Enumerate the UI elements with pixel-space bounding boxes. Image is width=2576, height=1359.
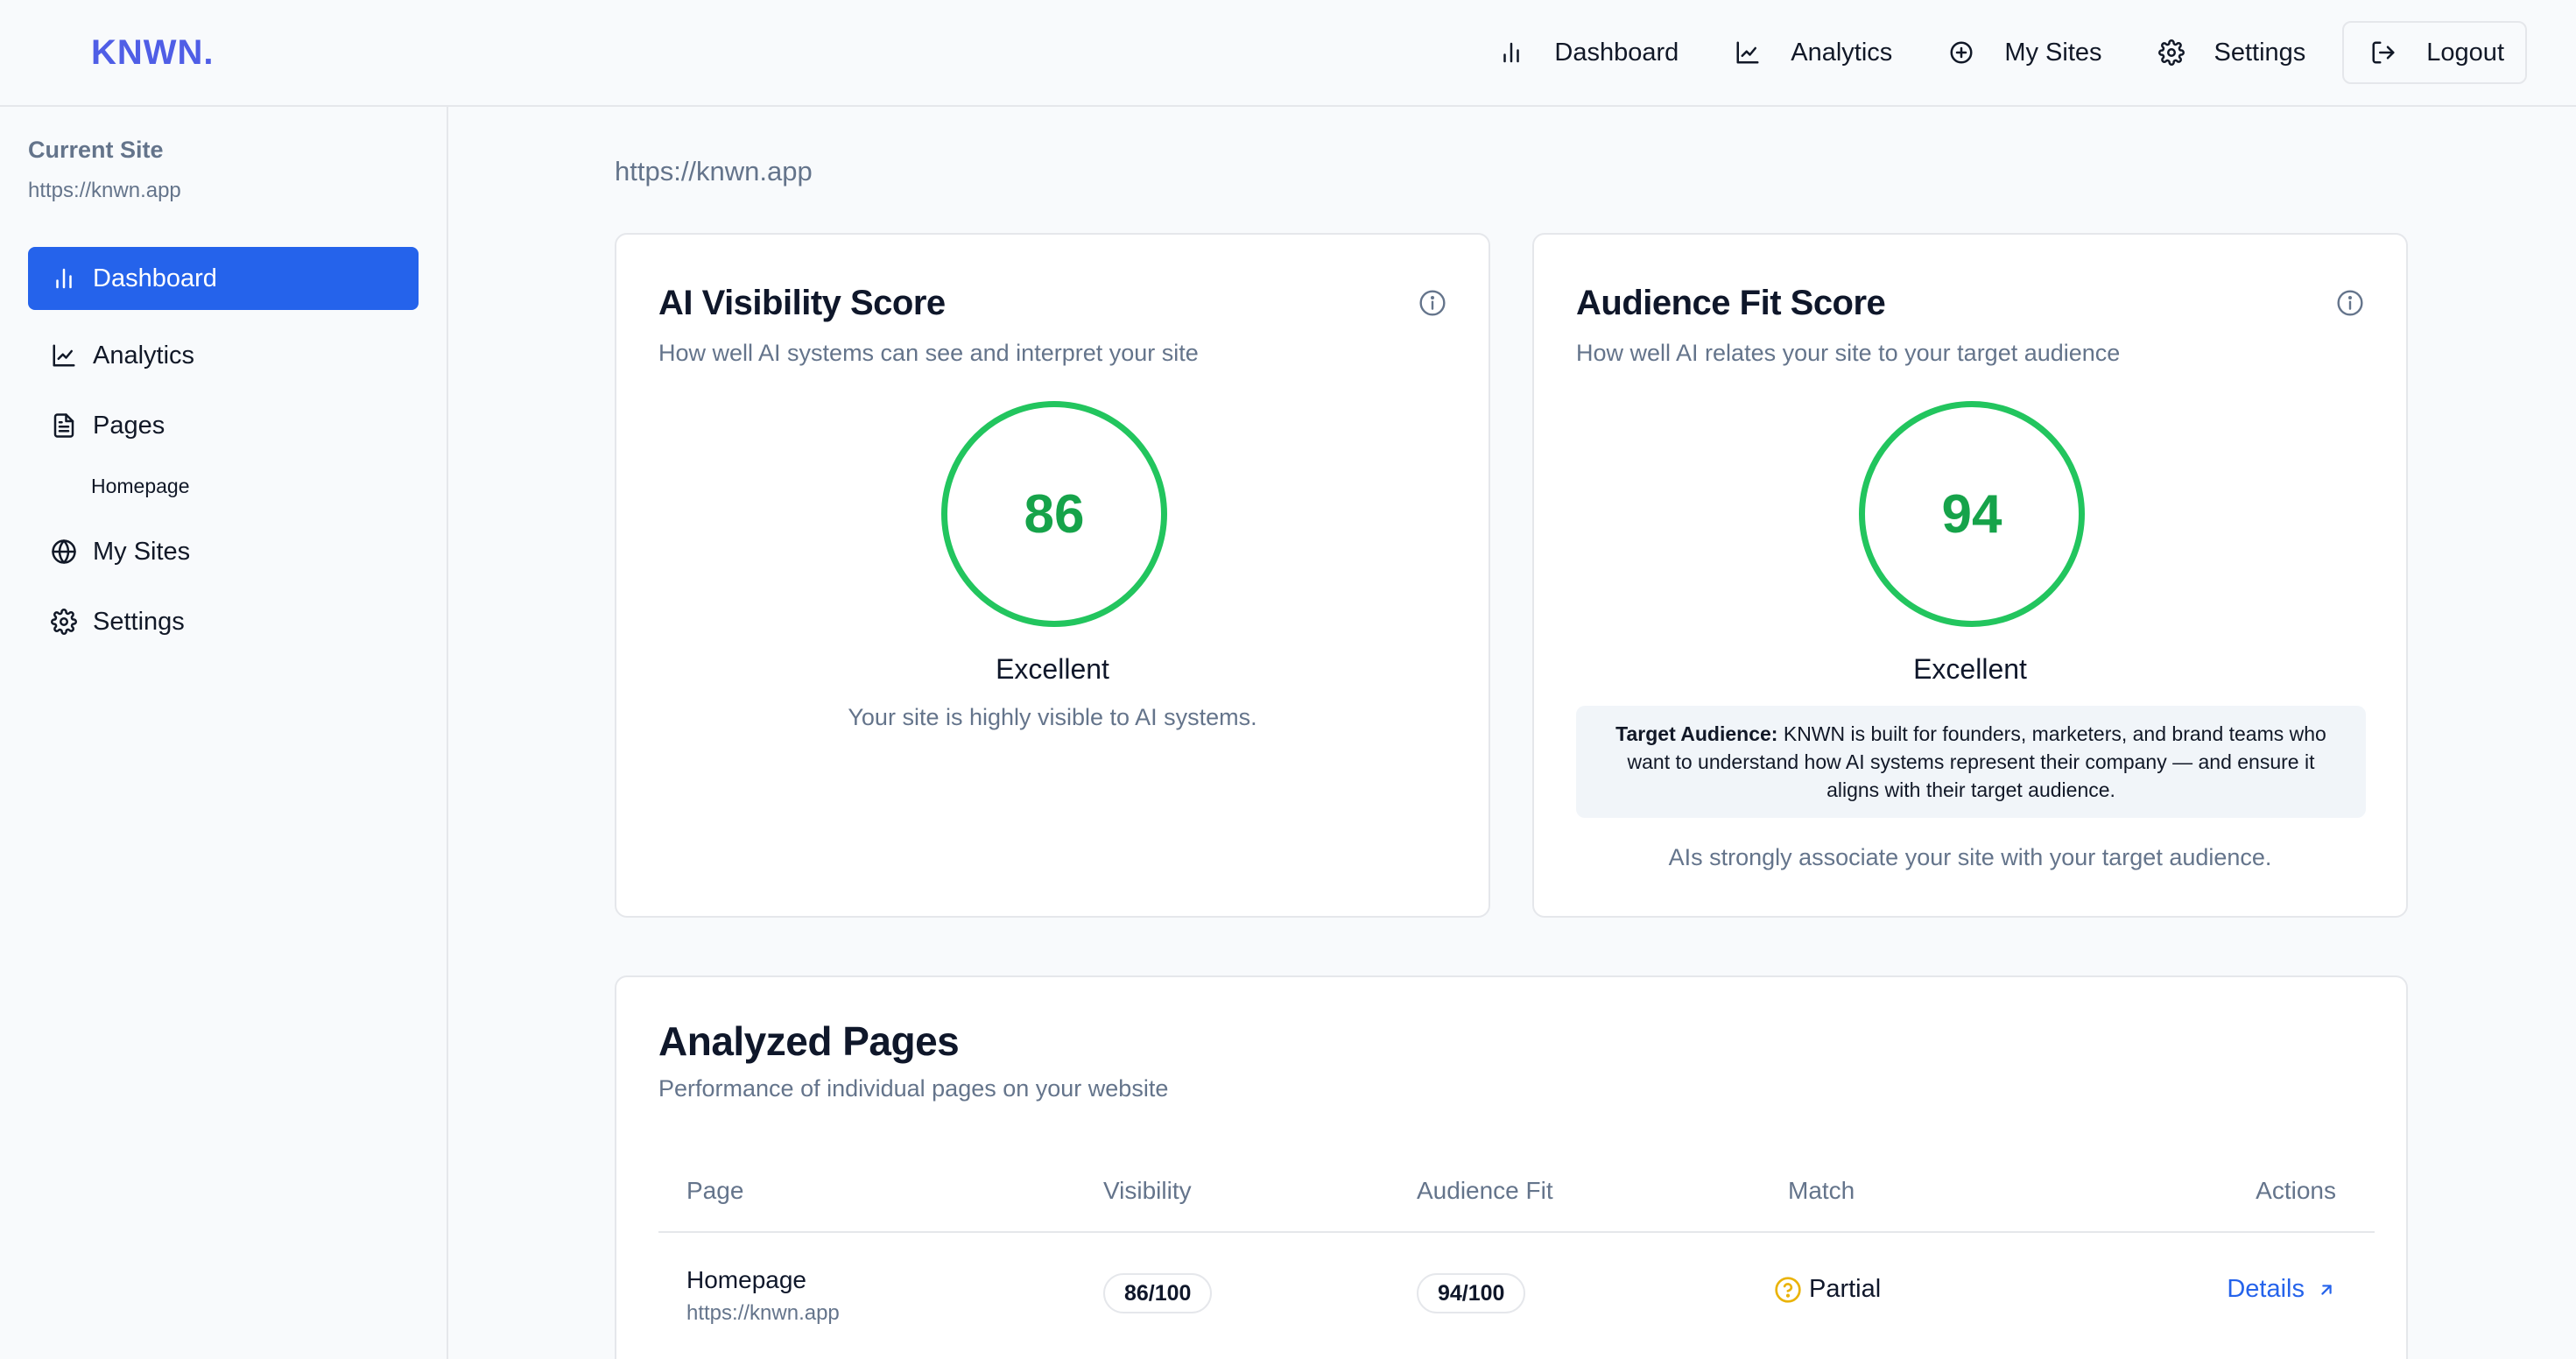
card-title: AI Visibility Score (658, 284, 946, 322)
visibility-badge: 86/100 (1103, 1273, 1213, 1313)
score-ring: 86 (941, 401, 1167, 627)
details-label: Details (2227, 1275, 2305, 1303)
page-title: https://knwn.app (615, 156, 813, 187)
globe-icon (52, 539, 76, 564)
document-icon (53, 413, 74, 438)
audience-fit-card: Audience Fit Score How well AI relates y… (1532, 233, 2408, 918)
column-header-match: Match (1788, 1177, 1855, 1204)
logout-label: Logout (2426, 38, 2504, 67)
gear-icon (2157, 39, 2185, 66)
top-nav: Dashboard Analytics My Sites Settings Lo… (1470, 21, 2527, 84)
score-rating: Excellent (996, 653, 1109, 685)
audience-fit-badge: 94/100 (1417, 1273, 1526, 1313)
sidebar-item-analytics[interactable]: Analytics (28, 324, 419, 387)
details-link[interactable]: Details (2227, 1275, 2336, 1304)
top-header: KNWN. Dashboard Analytics My Sites Setti… (0, 0, 2576, 107)
column-header-page: Page (686, 1177, 744, 1204)
topnav-my-sites-label: My Sites (2004, 38, 2102, 67)
line-chart-icon (53, 344, 75, 367)
card-subtitle: How well AI systems can see and interpre… (658, 340, 1199, 366)
sidebar-item-label: My Sites (93, 537, 191, 566)
sidebar-subitem-homepage[interactable]: Homepage (91, 475, 190, 498)
gear-icon (51, 609, 77, 635)
match-status-label: Partial (1809, 1275, 1882, 1303)
logout-button[interactable]: Logout (2342, 21, 2527, 84)
brand-logo[interactable]: KNWN. (91, 33, 215, 73)
column-header-visibility: Visibility (1103, 1177, 1192, 1204)
row-page-name: Homepage (686, 1266, 806, 1293)
audience-score-value: 94 (1941, 483, 2002, 545)
arrow-up-right-icon (2321, 1284, 2332, 1295)
topnav-dashboard[interactable]: Dashboard (1470, 21, 1707, 84)
score-description: AIs strongly associate your site with yo… (1668, 844, 2272, 870)
bar-chart-icon (56, 268, 72, 289)
sidebar-item-settings[interactable]: Settings (28, 590, 419, 653)
sidebar-item-label: Dashboard (93, 264, 217, 292)
score-description: Your site is highly visible to AI system… (848, 704, 1257, 730)
score-rating: Excellent (1913, 653, 2027, 685)
sidebar-item-label: Pages (93, 411, 165, 440)
topnav-settings[interactable]: Settings (2130, 21, 2334, 84)
bar-chart-icon (1503, 42, 1520, 63)
target-audience-box: Target Audience: KNWN is built for found… (1576, 706, 2366, 818)
sidebar-item-pages[interactable]: Pages (28, 394, 419, 457)
topnav-analytics[interactable]: Analytics (1707, 21, 1920, 84)
sidebar-item-my-sites[interactable]: My Sites (28, 520, 419, 583)
target-audience-label: Target Audience: (1615, 722, 1778, 745)
analyzed-pages-card: Analyzed Pages Performance of individual… (615, 975, 2408, 1359)
table-divider (658, 1231, 2375, 1233)
info-icon[interactable] (2336, 289, 2364, 317)
match-status: Partial (1774, 1275, 1881, 1304)
line-chart-icon (1736, 41, 1759, 64)
question-circle-icon (1775, 1276, 1801, 1303)
sidebar-item-dashboard[interactable]: Dashboard (28, 247, 419, 310)
plus-circle-icon (1950, 41, 1973, 64)
topnav-analytics-label: Analytics (1791, 38, 1893, 67)
sidebar: Current Site https://knwn.app Dashboard … (0, 107, 448, 1359)
visibility-score-card: AI Visibility Score How well AI systems … (615, 233, 1490, 918)
column-header-audience-fit: Audience Fit (1417, 1177, 1553, 1204)
current-site-url: https://knwn.app (28, 179, 181, 202)
topnav-my-sites[interactable]: My Sites (1920, 21, 2129, 84)
sidebar-item-label: Analytics (93, 341, 195, 370)
sidebar-item-label: Settings (93, 607, 185, 636)
current-site-label: Current Site (28, 137, 164, 163)
row-page-url: https://knwn.app (686, 1301, 840, 1325)
card-title: Audience Fit Score (1576, 284, 1886, 322)
logout-icon (2372, 41, 2395, 64)
section-subtitle: Performance of individual pages on your … (658, 1075, 1169, 1102)
section-title: Analyzed Pages (658, 1018, 960, 1064)
topnav-settings-label: Settings (2214, 38, 2306, 67)
score-ring: 94 (1859, 401, 2085, 627)
card-subtitle: How well AI relates your site to your ta… (1576, 340, 2121, 366)
visibility-score-value: 86 (1024, 483, 1085, 545)
column-header-actions: Actions (2256, 1177, 2336, 1204)
info-icon[interactable] (1418, 289, 1446, 317)
topnav-dashboard-label: Dashboard (1554, 38, 1679, 67)
